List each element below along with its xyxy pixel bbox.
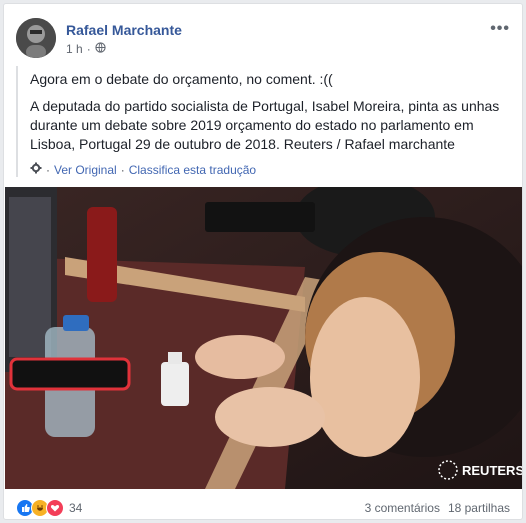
post-footer: 34 3 comentários 18 partilhas bbox=[16, 498, 510, 518]
watermark-text: REUTERS bbox=[462, 463, 523, 478]
author-avatar[interactable] bbox=[16, 18, 56, 58]
post-text-translation: A deputada do partido socialista de Port… bbox=[30, 98, 500, 152]
separator-dot: · bbox=[120, 162, 125, 177]
separator-dot: · bbox=[46, 162, 50, 177]
post-card: Rafael Marchante 1 h · ••• Agora em o de… bbox=[3, 3, 523, 520]
see-original-link[interactable]: Ver Original bbox=[54, 163, 117, 177]
rate-translation-link[interactable]: Classifica esta tradução bbox=[129, 163, 256, 177]
author-name[interactable]: Rafael Marchante bbox=[66, 22, 182, 38]
meta-separator: · bbox=[86, 42, 91, 56]
shares-count[interactable]: 18 partilhas bbox=[448, 501, 510, 515]
gear-icon[interactable] bbox=[30, 162, 42, 177]
post-header: Rafael Marchante 1 h · ••• bbox=[16, 18, 510, 62]
engagement-stats: 3 comentários 18 partilhas bbox=[365, 501, 510, 515]
love-icon bbox=[46, 499, 64, 517]
post-text-primary: Agora em o debate do orçamento, no comen… bbox=[30, 71, 333, 87]
globe-icon bbox=[95, 42, 106, 56]
translation-bar: · Ver Original · Classifica esta traduçã… bbox=[30, 162, 510, 177]
reaction-count[interactable]: 34 bbox=[69, 501, 82, 515]
comments-count[interactable]: 3 comentários bbox=[365, 501, 440, 515]
post-body: Agora em o debate do orçamento, no comen… bbox=[16, 66, 510, 177]
more-options-button[interactable]: ••• bbox=[490, 20, 510, 38]
reactions-summary[interactable]: 34 bbox=[16, 499, 82, 517]
post-photo[interactable]: REUTERS bbox=[5, 187, 523, 489]
post-time[interactable]: 1 h bbox=[66, 42, 83, 56]
post-meta: 1 h · bbox=[66, 42, 106, 56]
